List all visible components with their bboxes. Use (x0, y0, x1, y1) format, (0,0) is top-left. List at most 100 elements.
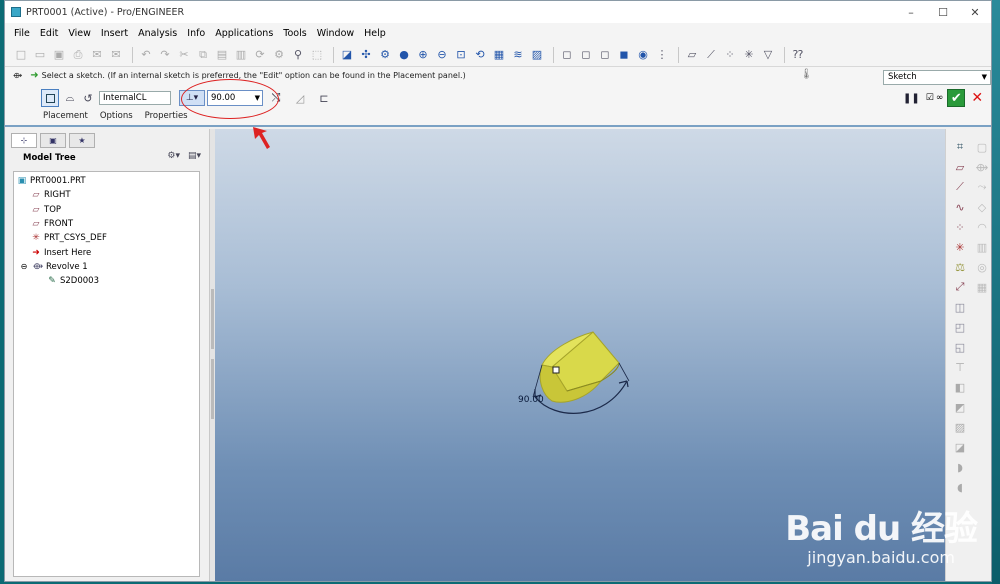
tree-node[interactable]: ⊖ ⟴ Revolve 1 (14, 260, 199, 274)
plane-display-icon[interactable]: ▱ (684, 47, 700, 63)
view-manager-icon[interactable]: ▨ (529, 47, 545, 63)
select-box-icon[interactable]: ⬚ (309, 47, 325, 63)
curve-tool-icon[interactable]: ∿ (950, 197, 970, 217)
tree-node[interactable]: ▱ FRONT (14, 217, 199, 231)
collapse-toggle-icon[interactable]: ⊖ (18, 262, 30, 271)
zoom-in-icon[interactable]: ⊕ (415, 47, 431, 63)
menu-analysis[interactable]: Analysis (133, 28, 182, 39)
regenerate-icon[interactable]: ⟳ (252, 47, 268, 63)
annotation-display-icon[interactable]: ▽ (760, 47, 776, 63)
save-icon[interactable]: ▣ (51, 47, 67, 63)
tree-show-icon[interactable]: ▤▾ (188, 151, 201, 161)
model-tree-toggle-icon[interactable]: ◉ (635, 47, 651, 63)
email-link-icon[interactable]: ✉ (108, 47, 124, 63)
extrude-tool-icon[interactable]: ▢ (972, 137, 991, 157)
menu-view[interactable]: View (63, 28, 96, 39)
cancel-button[interactable]: ✕ (971, 90, 983, 106)
shell-tool-icon[interactable]: ◰ (950, 317, 970, 337)
hole-tool-icon[interactable]: ◫ (950, 297, 970, 317)
warp-tool-icon[interactable]: ▦ (972, 277, 991, 297)
cut-icon[interactable]: ✂ (176, 47, 192, 63)
blend-tool-icon[interactable]: ◇ (972, 197, 991, 217)
undo-icon[interactable]: ↶ (138, 47, 154, 63)
revolve-tool-icon[interactable]: ⟴ (972, 157, 991, 177)
plane-tool-icon[interactable]: ▱ (950, 157, 970, 177)
axis-field[interactable]: InternalCL (99, 91, 171, 105)
paste-special-icon[interactable]: ▥ (233, 47, 249, 63)
menu-info[interactable]: Info (182, 28, 210, 39)
csys-tool-icon[interactable]: ✳ (950, 237, 970, 257)
boundary-blend-icon[interactable]: ▥ (972, 237, 991, 257)
context-help-icon[interactable]: ⁇ (790, 47, 806, 63)
menu-applications[interactable]: Applications (210, 28, 278, 39)
ref-tool-icon[interactable]: ⤢ (950, 277, 970, 297)
zoom-out-icon[interactable]: ⊖ (434, 47, 450, 63)
tree-node[interactable]: ▱ TOP (14, 203, 199, 217)
open-file-icon[interactable]: ▭ (32, 47, 48, 63)
favorites-tab-icon[interactable]: ★ (69, 133, 95, 148)
print-icon[interactable]: ⎙ (70, 47, 86, 63)
copy-icon[interactable]: ⧉ (195, 47, 211, 63)
verify-checkbox-icon[interactable]: ☑ (926, 93, 934, 103)
reorient-icon[interactable]: ⟲ (472, 47, 488, 63)
maximize-button[interactable]: ☐ (927, 6, 959, 19)
wireframe-icon[interactable]: ◻ (559, 47, 575, 63)
accept-button[interactable]: ✔ (947, 89, 966, 107)
analysis-tool-icon[interactable]: ⚖ (950, 257, 970, 277)
menu-file[interactable]: File (9, 28, 35, 39)
solid-button[interactable] (41, 89, 59, 107)
menu-tools[interactable]: Tools (278, 28, 311, 39)
redraw-icon[interactable]: ◪ (339, 47, 355, 63)
mirror-tool-icon[interactable]: ◪ (950, 437, 970, 457)
appearance-icon[interactable]: ● (396, 47, 412, 63)
tree-node[interactable]: ➜ Insert Here (14, 245, 199, 259)
close-button[interactable]: ✕ (959, 6, 991, 19)
email-icon[interactable]: ✉ (89, 47, 105, 63)
menu-edit[interactable]: Edit (35, 28, 63, 39)
tab-placement[interactable]: Placement (43, 111, 88, 121)
variable-sweep-icon[interactable]: ◠ (972, 217, 991, 237)
trim-tool-icon[interactable]: ◖ (950, 477, 970, 497)
menu-help[interactable]: Help (359, 28, 391, 39)
sketch-tool-icon[interactable]: ⌗ (950, 137, 970, 157)
angle-dimension-label[interactable]: 90.00 (518, 395, 544, 405)
pattern-tool-icon[interactable]: ▨ (950, 417, 970, 437)
draft-tool-icon[interactable]: ⊤ (950, 357, 970, 377)
model-tree-tab-icon[interactable]: ⊹ (11, 133, 37, 148)
pause-icon[interactable]: ❚❚ (903, 93, 920, 104)
rib-tool-icon[interactable]: ◱ (950, 337, 970, 357)
thicken-icon[interactable]: ⊏ (317, 90, 331, 106)
tree-node[interactable]: ✎ S2D0003 (14, 274, 199, 288)
tree-node[interactable]: ▣ PRT0001.PRT (14, 174, 199, 188)
sweep-tool-icon[interactable]: ⤳ (972, 177, 991, 197)
spin-center-icon[interactable]: ✣ (358, 47, 374, 63)
tab-properties[interactable]: Properties (145, 111, 188, 121)
orient-mode-icon[interactable]: ⚙ (377, 47, 393, 63)
shading-icon[interactable]: ◼ (616, 47, 632, 63)
regen-manager-icon[interactable]: ⚙ (271, 47, 287, 63)
point-display-icon[interactable]: ⁘ (722, 47, 738, 63)
tree-node[interactable]: ✳ PRT_CSYS_DEF (14, 231, 199, 245)
tree-settings-icon[interactable]: ⚙▾ (167, 151, 180, 161)
settings-icon[interactable]: ⋮ (654, 47, 670, 63)
find-icon[interactable]: ⚲ (290, 47, 306, 63)
minimize-button[interactable]: – (895, 6, 927, 19)
new-file-icon[interactable]: □ (13, 47, 29, 63)
surface-icon[interactable]: ⌓ (63, 90, 77, 106)
preview-glasses-icon[interactable]: ∞ (936, 93, 944, 103)
hidden-line-icon[interactable]: ◻ (578, 47, 594, 63)
paste-icon[interactable]: ▤ (214, 47, 230, 63)
remove-material-icon[interactable]: ◿ (293, 90, 307, 106)
tree-node[interactable]: ▱ RIGHT (14, 188, 199, 202)
menu-insert[interactable]: Insert (96, 28, 133, 39)
axis-tool-icon[interactable]: ⟋ (950, 177, 970, 197)
merge-tool-icon[interactable]: ◗ (950, 457, 970, 477)
drag-handle[interactable] (552, 366, 560, 374)
folder-browser-tab-icon[interactable]: ▣ (40, 133, 66, 148)
round-tool-icon[interactable]: ◧ (950, 377, 970, 397)
layers-icon[interactable]: ≋ (510, 47, 526, 63)
no-hidden-icon[interactable]: ◻ (597, 47, 613, 63)
tab-options[interactable]: Options (100, 111, 133, 121)
refit-icon[interactable]: ⊡ (453, 47, 469, 63)
menu-window[interactable]: Window (312, 28, 359, 39)
